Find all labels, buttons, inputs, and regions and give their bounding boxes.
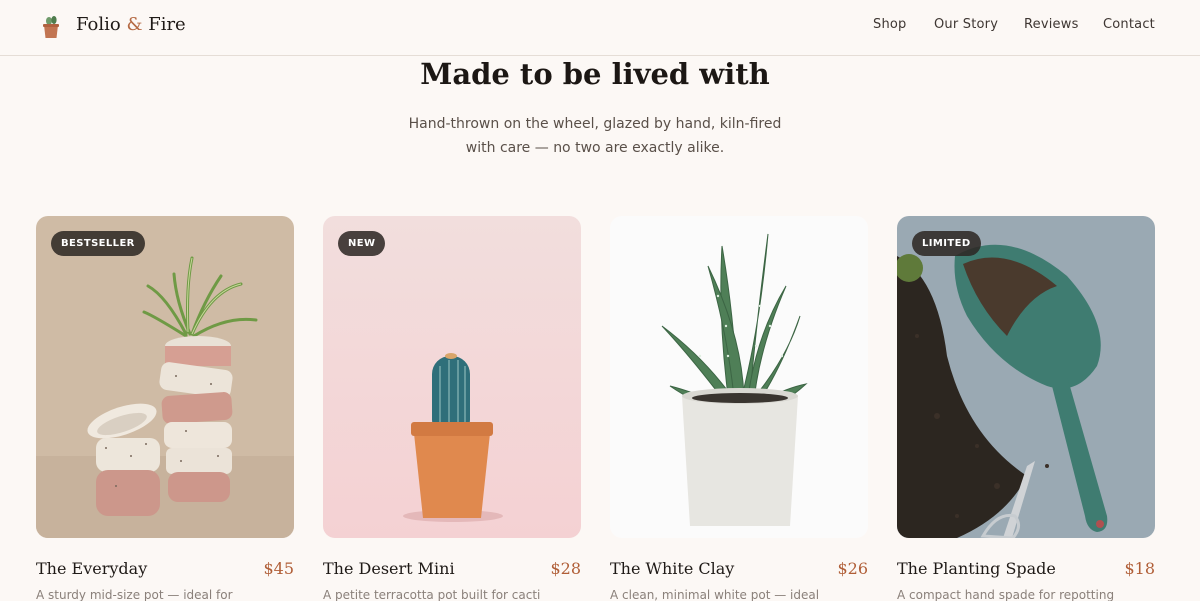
- nav-link-contact[interactable]: Contact: [1103, 17, 1155, 32]
- potted-plant-icon[interactable]: [41, 15, 61, 39]
- product-card-planting-spade[interactable]: LIMITED The Planting Spade $18 A compact…: [897, 216, 1155, 601]
- nav-link-our-story[interactable]: Our Story: [934, 17, 998, 32]
- product-price: $45: [263, 559, 294, 578]
- product-description: A petite terracotta pot built for cacti: [323, 588, 541, 601]
- product-price: $26: [837, 559, 868, 578]
- hero-title: Made to be lived with: [420, 57, 770, 91]
- product-card-desert-mini[interactable]: NEW The Desert Mini $28 A petite terraco…: [323, 216, 581, 601]
- nav-link-reviews[interactable]: Reviews: [1024, 17, 1079, 32]
- product-description: A compact hand spade for repotting: [897, 588, 1115, 601]
- product-price: $18: [1124, 559, 1155, 578]
- site-header: Folio & Fire Shop Our Story Reviews Cont…: [0, 0, 1200, 56]
- product-name[interactable]: The Desert Mini: [323, 559, 455, 578]
- product-description: A sturdy mid-size pot — ideal for: [36, 588, 233, 601]
- brand-name[interactable]: Folio & Fire: [76, 14, 186, 35]
- product-image-stacked-pots[interactable]: BESTSELLER: [36, 216, 294, 538]
- product-name[interactable]: The Everyday: [36, 559, 147, 578]
- product-card-white-clay[interactable]: The White Clay $26 A clean, minimal whit…: [610, 216, 868, 601]
- product-card-everyday[interactable]: BESTSELLER The Everyday $45 A sturdy mid…: [36, 216, 294, 601]
- product-price: $28: [550, 559, 581, 578]
- product-image-aloe[interactable]: [610, 216, 868, 538]
- product-badge: NEW: [338, 231, 386, 256]
- product-name[interactable]: The White Clay: [610, 559, 734, 578]
- product-badge: LIMITED: [912, 231, 981, 256]
- brand-name-second: Fire: [148, 14, 186, 35]
- product-name[interactable]: The Planting Spade: [897, 559, 1056, 578]
- hero-subtitle: Hand-thrown on the wheel, glazed by hand…: [408, 116, 782, 156]
- product-badge: BESTSELLER: [51, 231, 145, 256]
- nav-link-shop[interactable]: Shop: [873, 17, 907, 32]
- brand-name-first: Folio: [76, 14, 121, 35]
- product-description: A clean, minimal white pot — ideal: [610, 588, 820, 601]
- brand-ampersand: &: [126, 14, 143, 35]
- product-image-cactus[interactable]: NEW: [323, 216, 581, 538]
- product-image-spade[interactable]: LIMITED: [897, 216, 1155, 538]
